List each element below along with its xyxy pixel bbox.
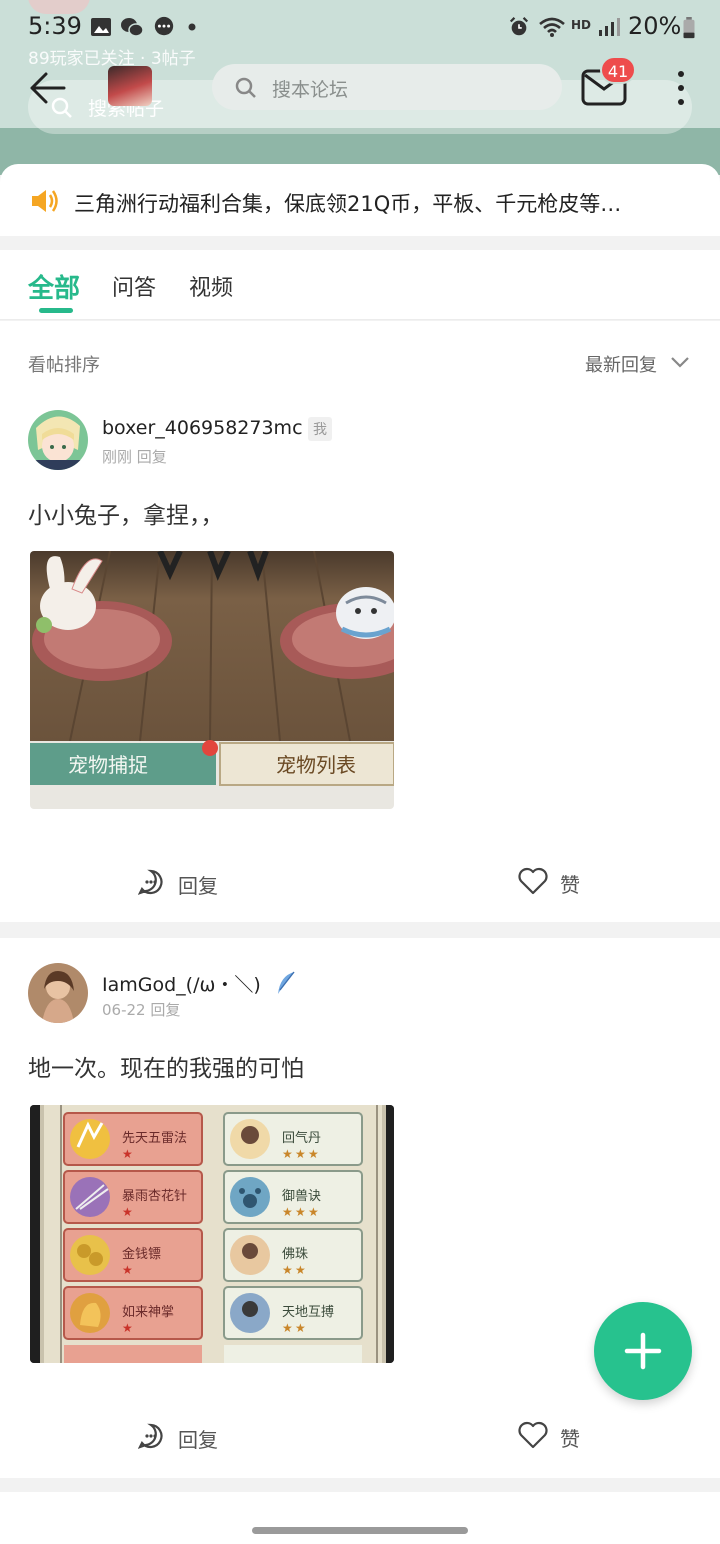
tab-qa[interactable]: 问答 <box>112 270 156 302</box>
skill-label: 天地互搏 <box>282 1305 335 1320</box>
star-icon: ★ <box>122 1147 133 1161</box>
battery-percent: 20% <box>628 12 682 40</box>
forum-avatar[interactable] <box>108 66 152 106</box>
speaker-icon <box>32 190 58 212</box>
skill-label: 回气丹 <box>282 1131 322 1146</box>
message-icon <box>154 16 174 36</box>
star-icon: ★ <box>282 1147 293 1161</box>
reply-icon[interactable] <box>138 869 164 895</box>
skill-label: 御兽诀 <box>282 1189 322 1204</box>
chevron-down-icon[interactable] <box>670 355 690 369</box>
gallery-icon <box>91 18 111 36</box>
post-card[interactable]: boxer_406958273mc 我 刚刚 回复 小小兔子，拿捏，， 宠物捕捉… <box>0 385 720 922</box>
star-icon: ★ <box>308 1147 319 1161</box>
search-placeholder: 搜本论坛 <box>272 79 349 101</box>
skill-label: 暴雨杏花针 <box>122 1189 188 1204</box>
star-icon: ★ <box>308 1205 319 1219</box>
new-post-button[interactable] <box>594 1302 692 1400</box>
dot-icon <box>188 23 196 31</box>
wifi-icon <box>539 17 565 37</box>
like-button[interactable]: 赞 <box>560 869 580 898</box>
plus-icon <box>624 1332 662 1370</box>
star-icon: ★ <box>295 1147 306 1161</box>
me-tag: 我 <box>308 417 332 441</box>
star-icon: ★ <box>295 1263 306 1277</box>
back-arrow-icon[interactable] <box>26 66 70 110</box>
post-content: 小小兔子，拿捏，， <box>28 503 224 529</box>
forum-header: 5:39 HD 20% 89玩家已关注 · 3帖子 搜索帖子 搜本论坛 41 <box>0 0 720 175</box>
star-icon: ★ <box>282 1263 293 1277</box>
star-icon: ★ <box>282 1321 293 1335</box>
star-icon: ★ <box>122 1263 133 1277</box>
skill-label: 金钱镖 <box>122 1247 162 1262</box>
post-image[interactable]: 先天五雷法 暴雨杏花针 金钱镖 如来神掌 回气丹 御兽诀 佛珠 天地互搏 ★ ★ ★… <box>30 1105 394 1363</box>
sort-row: 看帖排序 最新回复 <box>0 321 720 385</box>
star-icon: ★ <box>295 1205 306 1219</box>
sort-dropdown[interactable]: 最新回复 <box>585 351 657 377</box>
username[interactable]: IamGod_(/ω・＼) <box>102 970 261 997</box>
tab-video[interactable]: 视频 <box>189 270 233 302</box>
sort-label: 看帖排序 <box>28 355 100 376</box>
user-avatar[interactable] <box>28 410 88 470</box>
skill-label: 如来神掌 <box>122 1305 175 1320</box>
wechat-icon <box>121 18 144 37</box>
user-avatar[interactable] <box>28 963 88 1023</box>
search-icon <box>235 77 256 98</box>
skill-label: 佛珠 <box>282 1247 309 1262</box>
network-hd-label: HD <box>571 18 592 32</box>
username[interactable]: boxer_406958273mc <box>102 417 303 439</box>
skill-label: 先天五雷法 <box>122 1131 188 1146</box>
post-content: 地一次。现在的我强的可怕 <box>28 1056 304 1082</box>
announcement-bar[interactable]: 三角洲行动福利合集，保底领21Q币，平板、千元枪皮等… <box>0 164 720 236</box>
next-post-card-peek <box>0 1492 720 1544</box>
like-heart-icon[interactable] <box>518 867 548 895</box>
battery-icon <box>683 17 695 39</box>
alarm-icon <box>509 17 529 36</box>
like-button[interactable]: 赞 <box>560 1423 580 1452</box>
mail-unread-badge: 41 <box>600 56 636 84</box>
status-time: 5:39 <box>28 12 82 40</box>
more-menu-icon[interactable] <box>668 68 694 108</box>
like-heart-icon[interactable] <box>518 1421 548 1449</box>
star-icon: ★ <box>295 1321 306 1335</box>
pet-list-button-label: 宠物列表 <box>276 753 356 777</box>
active-tab-indicator <box>39 308 73 313</box>
star-icon: ★ <box>282 1205 293 1219</box>
home-indicator[interactable] <box>252 1527 468 1534</box>
feather-badge-icon <box>278 971 295 994</box>
star-icon: ★ <box>122 1205 133 1219</box>
announcement-text: 三角洲行动福利合集，保底领21Q币，平板、千元枪皮等… <box>74 192 622 216</box>
signal-icon <box>599 18 620 36</box>
reply-button[interactable]: 回复 <box>178 1424 218 1453</box>
reply-icon[interactable] <box>138 1423 164 1449</box>
pet-capture-button-label: 宠物捕捉 <box>68 753 148 777</box>
status-bar: 5:39 HD 20% <box>0 8 720 48</box>
forum-search-input[interactable]: 搜本论坛 <box>212 64 562 110</box>
reply-button[interactable]: 回复 <box>178 870 218 899</box>
post-meta: 刚刚 回复 <box>102 448 167 466</box>
post-meta: 06-22 回复 <box>102 1001 181 1019</box>
tab-all[interactable]: 全部 <box>28 268 80 305</box>
star-icon: ★ <box>122 1321 133 1335</box>
post-image[interactable]: 宠物捕捉 宠物列表 <box>30 551 394 809</box>
category-tabs: 全部 问答 视频 <box>0 250 720 320</box>
